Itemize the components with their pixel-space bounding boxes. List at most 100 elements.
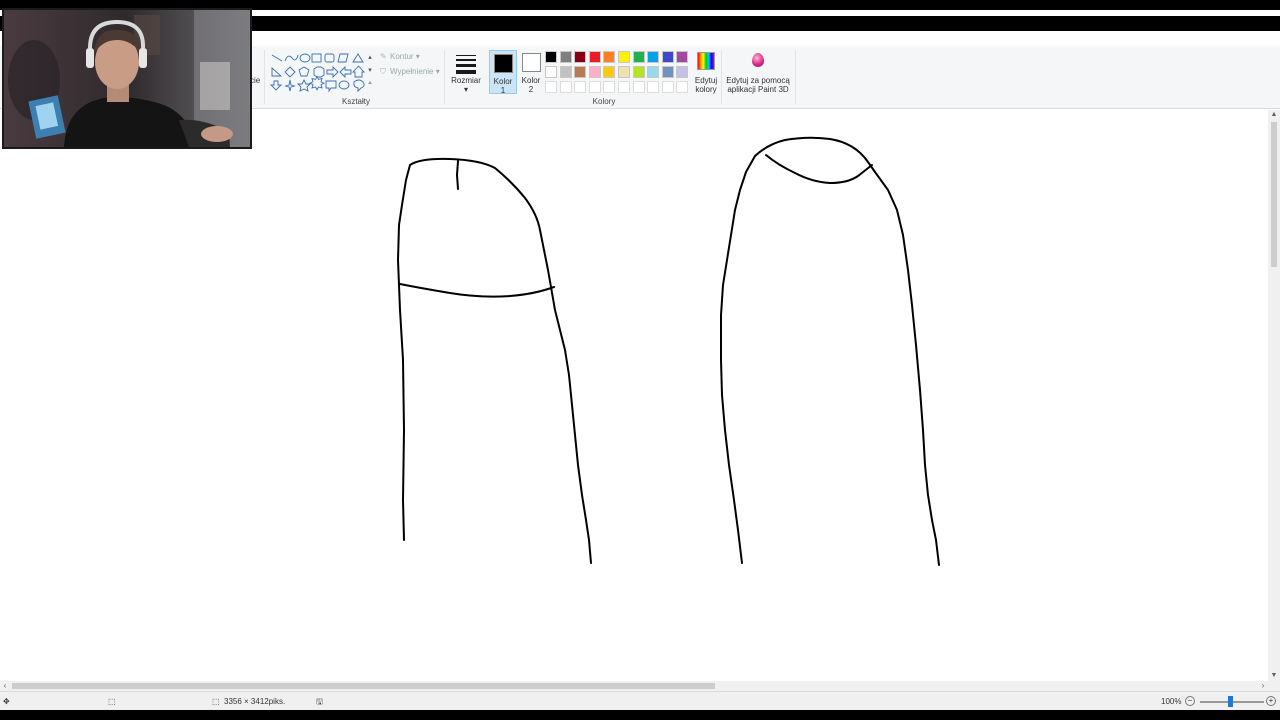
- size-chevron-icon: ▾: [463, 85, 468, 94]
- palette-custom-empty-swatch[interactable]: [603, 81, 616, 93]
- palette-custom-empty-swatch[interactable]: [574, 81, 587, 93]
- palette-color-swatch[interactable]: [661, 66, 674, 78]
- right-finger-outline: [720, 136, 940, 566]
- palette-custom-empty-swatch[interactable]: [545, 81, 557, 93]
- palette-color-swatch[interactable]: [574, 66, 587, 78]
- cursor-position-icon: ✥: [3, 697, 10, 706]
- color2-label: Kolor: [521, 76, 541, 85]
- paint3d-label-1: Edytuj za pomocą: [726, 76, 790, 85]
- zoom-out-button[interactable]: −: [1185, 696, 1195, 706]
- shapes-gallery[interactable]: [268, 51, 376, 93]
- oval-callout-shape-icon: [338, 80, 350, 90]
- palette-color-swatch[interactable]: [647, 66, 660, 78]
- palette-color-swatch[interactable]: [618, 51, 630, 63]
- outline-icon: ✎: [380, 52, 387, 61]
- gallery-expand-icon[interactable]: ⩡: [366, 77, 374, 90]
- palette-color-swatch[interactable]: [676, 51, 689, 63]
- edit-colors-button[interactable]: Edytuj kolory: [692, 50, 720, 96]
- gallery-up-icon[interactable]: ▴: [366, 51, 374, 64]
- palette-custom-empty-swatch[interactable]: [618, 81, 630, 93]
- oval-shape-icon: [299, 53, 311, 63]
- edit-colors-label-1: Edytuj: [694, 76, 718, 85]
- palette-color-swatch[interactable]: [545, 66, 557, 78]
- palette-color-swatch[interactable]: [632, 66, 645, 78]
- five-point-star-shape-icon: [296, 78, 312, 92]
- scroll-up-icon[interactable]: ▲: [1268, 110, 1280, 120]
- curve-shape-icon: [284, 54, 299, 62]
- scroll-right-icon[interactable]: ›: [1258, 681, 1268, 691]
- palette-color-swatch[interactable]: [618, 66, 630, 78]
- palette-color-swatch[interactable]: [603, 51, 616, 63]
- four-point-star-shape-icon: [284, 79, 296, 92]
- palette-color-swatch[interactable]: [559, 51, 572, 63]
- drawing-canvas[interactable]: [0, 110, 1268, 681]
- left-arrow-shape-icon: [339, 65, 352, 79]
- zoom-slider-thumb[interactable]: [1228, 696, 1233, 707]
- scroll-left-icon[interactable]: ‹: [0, 681, 10, 691]
- color1-button[interactable]: Kolor 1: [489, 50, 517, 95]
- outline-label: Kontur: [390, 52, 414, 61]
- horizontal-scroll-thumb[interactable]: [12, 683, 715, 689]
- left-nail-base: [399, 283, 555, 298]
- palette-color-swatch[interactable]: [588, 66, 601, 78]
- palette-custom-empty-swatch[interactable]: [588, 81, 601, 93]
- rect-callout-shape-icon: [325, 80, 337, 93]
- palette-custom-empty-swatch[interactable]: [559, 81, 572, 93]
- color2-swatch: [522, 53, 541, 72]
- left-nail-mark: [456, 160, 459, 190]
- palette-color-swatch[interactable]: [647, 51, 660, 63]
- cloud-callout-shape-icon: [353, 79, 365, 93]
- pentagon-shape-icon: [298, 66, 310, 77]
- paint3d-label-2: aplikacji Paint 3D: [727, 85, 789, 94]
- vertical-scroll-thumb[interactable]: [1271, 122, 1277, 267]
- down-arrow-shape-icon: [269, 80, 283, 91]
- palette-color-swatch[interactable]: [632, 51, 645, 63]
- palette-color-swatch[interactable]: [603, 66, 616, 78]
- size-button[interactable]: Rozmiar ▾: [448, 51, 484, 103]
- edit-colors-label-2: kolory: [695, 85, 717, 94]
- palette-color-swatch[interactable]: [559, 66, 572, 78]
- horizontal-scrollbar[interactable]: ‹ ›: [0, 681, 1268, 691]
- zoom-in-button[interactable]: +: [1266, 696, 1276, 706]
- fill-icon: ⛉: [380, 67, 386, 76]
- shapes-gallery-scroll[interactable]: ▴ ▾ ⩡: [366, 51, 374, 93]
- file-size-icon: 🖫: [316, 697, 323, 706]
- palette-color-swatch[interactable]: [545, 51, 557, 63]
- paint3d-icon: [752, 53, 764, 67]
- gallery-down-icon[interactable]: ▾: [366, 64, 374, 77]
- edit-with-paint3d-button[interactable]: Edytuj za pomocą aplikacji Paint 3D: [724, 50, 792, 96]
- canvas-drawing[interactable]: [0, 110, 1268, 681]
- rainbow-palette-icon: [697, 52, 715, 70]
- palette-color-swatch[interactable]: [676, 66, 689, 78]
- line-shape-icon: [271, 54, 283, 62]
- palette-custom-empty-swatch[interactable]: [661, 81, 674, 93]
- triangle-shape-icon: [352, 53, 364, 63]
- palette-custom-empty-swatch[interactable]: [632, 81, 645, 93]
- palette-color-swatch[interactable]: [574, 51, 587, 63]
- six-point-star-shape-icon: [308, 75, 326, 91]
- right-arrow-shape-icon: [326, 65, 339, 79]
- palette-color-swatch[interactable]: [661, 51, 674, 63]
- ribbon-separator: [721, 50, 722, 104]
- color2-button[interactable]: Kolor 2: [519, 50, 543, 94]
- vertical-scrollbar[interactable]: ▲ ▼: [1268, 110, 1280, 681]
- rectangle-shape-icon: [311, 53, 322, 63]
- selection-size-icon: ⬚: [108, 697, 116, 706]
- left-finger-outline: [397, 157, 592, 564]
- shapes-gallery-icons[interactable]: [268, 51, 376, 93]
- scroll-down-icon[interactable]: ▼: [1268, 671, 1280, 681]
- ribbon-separator: [444, 50, 445, 104]
- palette-custom-empty-swatch[interactable]: [647, 81, 660, 93]
- color-palette: [545, 51, 693, 95]
- shapes-group-label: Kształty: [341, 97, 370, 106]
- color1-swatch: [494, 54, 513, 73]
- line-width-icon: [456, 55, 476, 74]
- fill-dropdown[interactable]: ⛉ Wypełnienie ▾: [380, 67, 440, 77]
- palette-custom-empty-swatch[interactable]: [676, 81, 689, 93]
- diamond-shape-icon: [284, 66, 296, 78]
- fill-label: Wypełnienie: [390, 67, 434, 76]
- palette-color-swatch[interactable]: [588, 51, 601, 63]
- scroll-corner: [1268, 681, 1280, 691]
- zoom-level: 100%: [1161, 697, 1182, 706]
- outline-dropdown[interactable]: ✎ Kontur ▾: [380, 52, 420, 61]
